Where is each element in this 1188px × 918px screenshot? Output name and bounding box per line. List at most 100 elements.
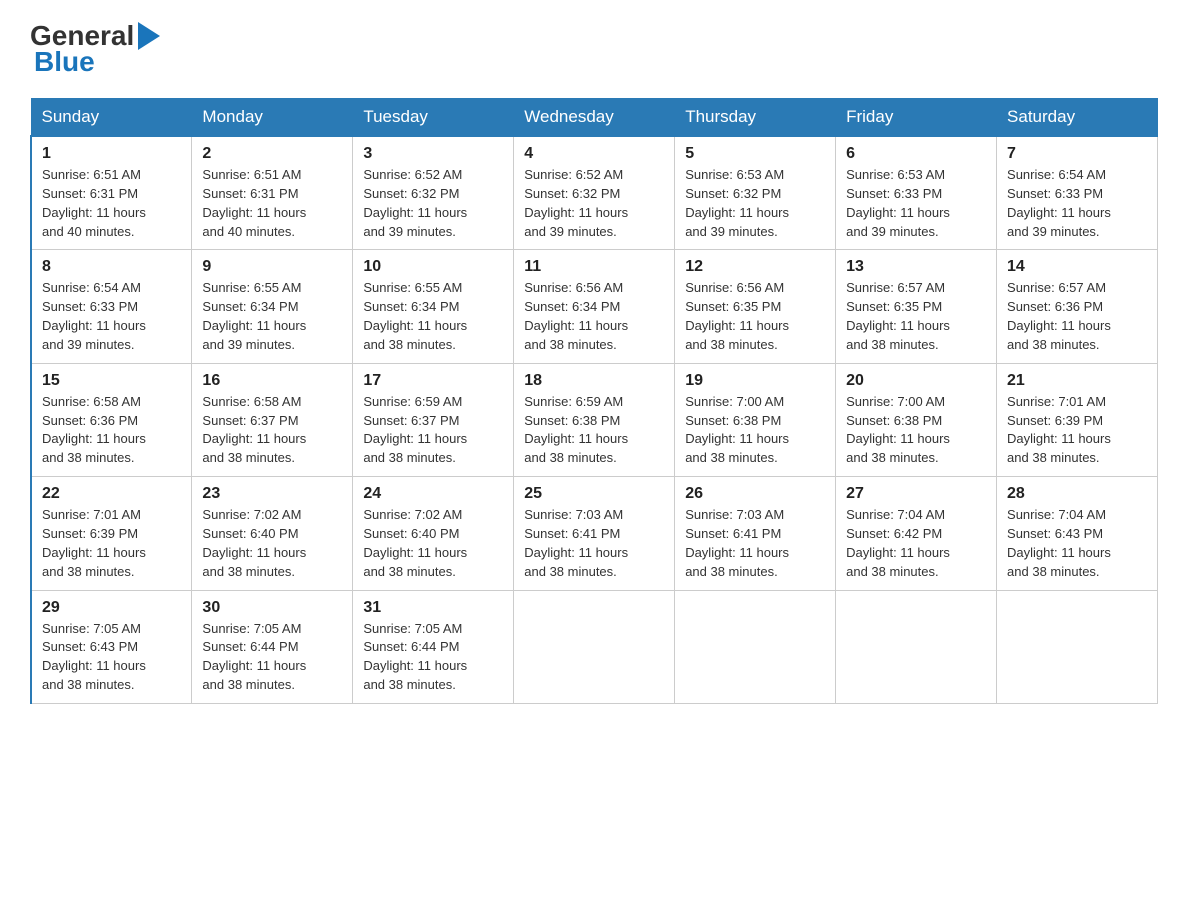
day-number: 19 xyxy=(685,372,825,390)
day-number: 8 xyxy=(42,258,181,276)
day-info: Sunrise: 7:01 AMSunset: 6:39 PMDaylight:… xyxy=(1007,394,1111,466)
calendar-cell: 17 Sunrise: 6:59 AMSunset: 6:37 PMDaylig… xyxy=(353,363,514,476)
calendar-cell xyxy=(836,590,997,703)
calendar-cell: 11 Sunrise: 6:56 AMSunset: 6:34 PMDaylig… xyxy=(514,250,675,363)
calendar-cell: 14 Sunrise: 6:57 AMSunset: 6:36 PMDaylig… xyxy=(997,250,1158,363)
day-number: 28 xyxy=(1007,485,1147,503)
day-number: 14 xyxy=(1007,258,1147,276)
day-number: 6 xyxy=(846,145,986,163)
day-info: Sunrise: 7:04 AMSunset: 6:42 PMDaylight:… xyxy=(846,507,950,579)
day-number: 27 xyxy=(846,485,986,503)
day-info: Sunrise: 6:55 AMSunset: 6:34 PMDaylight:… xyxy=(202,280,306,352)
day-info: Sunrise: 6:56 AMSunset: 6:34 PMDaylight:… xyxy=(524,280,628,352)
calendar-cell: 4 Sunrise: 6:52 AMSunset: 6:32 PMDayligh… xyxy=(514,136,675,250)
calendar-cell: 10 Sunrise: 6:55 AMSunset: 6:34 PMDaylig… xyxy=(353,250,514,363)
day-number: 7 xyxy=(1007,145,1147,163)
calendar-cell xyxy=(675,590,836,703)
calendar-cell: 23 Sunrise: 7:02 AMSunset: 6:40 PMDaylig… xyxy=(192,477,353,590)
day-info: Sunrise: 7:05 AMSunset: 6:43 PMDaylight:… xyxy=(42,621,146,693)
calendar-week-row: 15 Sunrise: 6:58 AMSunset: 6:36 PMDaylig… xyxy=(31,363,1158,476)
calendar-cell: 29 Sunrise: 7:05 AMSunset: 6:43 PMDaylig… xyxy=(31,590,192,703)
calendar-week-row: 22 Sunrise: 7:01 AMSunset: 6:39 PMDaylig… xyxy=(31,477,1158,590)
calendar-cell: 30 Sunrise: 7:05 AMSunset: 6:44 PMDaylig… xyxy=(192,590,353,703)
calendar-week-row: 1 Sunrise: 6:51 AMSunset: 6:31 PMDayligh… xyxy=(31,136,1158,250)
day-number: 18 xyxy=(524,372,664,390)
calendar-week-row: 8 Sunrise: 6:54 AMSunset: 6:33 PMDayligh… xyxy=(31,250,1158,363)
day-number: 9 xyxy=(202,258,342,276)
day-info: Sunrise: 6:59 AMSunset: 6:37 PMDaylight:… xyxy=(363,394,467,466)
day-number: 31 xyxy=(363,599,503,617)
day-number: 30 xyxy=(202,599,342,617)
calendar-cell: 25 Sunrise: 7:03 AMSunset: 6:41 PMDaylig… xyxy=(514,477,675,590)
day-info: Sunrise: 6:54 AMSunset: 6:33 PMDaylight:… xyxy=(1007,167,1111,239)
day-number: 15 xyxy=(42,372,181,390)
day-number: 21 xyxy=(1007,372,1147,390)
day-info: Sunrise: 6:53 AMSunset: 6:33 PMDaylight:… xyxy=(846,167,950,239)
calendar-cell: 18 Sunrise: 6:59 AMSunset: 6:38 PMDaylig… xyxy=(514,363,675,476)
logo: General Blue xyxy=(30,20,160,78)
day-number: 11 xyxy=(524,258,664,276)
calendar-cell: 19 Sunrise: 7:00 AMSunset: 6:38 PMDaylig… xyxy=(675,363,836,476)
logo-arrow-block xyxy=(136,22,160,50)
day-number: 13 xyxy=(846,258,986,276)
calendar-cell: 20 Sunrise: 7:00 AMSunset: 6:38 PMDaylig… xyxy=(836,363,997,476)
day-info: Sunrise: 6:59 AMSunset: 6:38 PMDaylight:… xyxy=(524,394,628,466)
day-info: Sunrise: 7:03 AMSunset: 6:41 PMDaylight:… xyxy=(524,507,628,579)
day-info: Sunrise: 6:57 AMSunset: 6:36 PMDaylight:… xyxy=(1007,280,1111,352)
day-info: Sunrise: 6:51 AMSunset: 6:31 PMDaylight:… xyxy=(42,167,146,239)
calendar-cell: 9 Sunrise: 6:55 AMSunset: 6:34 PMDayligh… xyxy=(192,250,353,363)
day-number: 12 xyxy=(685,258,825,276)
calendar-cell: 27 Sunrise: 7:04 AMSunset: 6:42 PMDaylig… xyxy=(836,477,997,590)
calendar-cell: 8 Sunrise: 6:54 AMSunset: 6:33 PMDayligh… xyxy=(31,250,192,363)
calendar-cell: 12 Sunrise: 6:56 AMSunset: 6:35 PMDaylig… xyxy=(675,250,836,363)
weekday-header-row: SundayMondayTuesdayWednesdayThursdayFrid… xyxy=(31,99,1158,137)
calendar-week-row: 29 Sunrise: 7:05 AMSunset: 6:43 PMDaylig… xyxy=(31,590,1158,703)
day-info: Sunrise: 7:02 AMSunset: 6:40 PMDaylight:… xyxy=(202,507,306,579)
calendar-cell xyxy=(997,590,1158,703)
logo-blue-text: Blue xyxy=(34,46,95,78)
calendar-cell: 22 Sunrise: 7:01 AMSunset: 6:39 PMDaylig… xyxy=(31,477,192,590)
day-info: Sunrise: 6:52 AMSunset: 6:32 PMDaylight:… xyxy=(524,167,628,239)
calendar-cell: 5 Sunrise: 6:53 AMSunset: 6:32 PMDayligh… xyxy=(675,136,836,250)
weekday-header-friday: Friday xyxy=(836,99,997,137)
day-info: Sunrise: 7:05 AMSunset: 6:44 PMDaylight:… xyxy=(363,621,467,693)
day-number: 20 xyxy=(846,372,986,390)
day-info: Sunrise: 6:55 AMSunset: 6:34 PMDaylight:… xyxy=(363,280,467,352)
day-number: 17 xyxy=(363,372,503,390)
weekday-header-tuesday: Tuesday xyxy=(353,99,514,137)
day-number: 1 xyxy=(42,145,181,163)
calendar-cell xyxy=(514,590,675,703)
calendar-cell: 15 Sunrise: 6:58 AMSunset: 6:36 PMDaylig… xyxy=(31,363,192,476)
day-info: Sunrise: 6:56 AMSunset: 6:35 PMDaylight:… xyxy=(685,280,789,352)
calendar-cell: 26 Sunrise: 7:03 AMSunset: 6:41 PMDaylig… xyxy=(675,477,836,590)
day-number: 29 xyxy=(42,599,181,617)
day-number: 22 xyxy=(42,485,181,503)
weekday-header-thursday: Thursday xyxy=(675,99,836,137)
day-info: Sunrise: 6:58 AMSunset: 6:37 PMDaylight:… xyxy=(202,394,306,466)
calendar-cell: 7 Sunrise: 6:54 AMSunset: 6:33 PMDayligh… xyxy=(997,136,1158,250)
calendar-cell: 24 Sunrise: 7:02 AMSunset: 6:40 PMDaylig… xyxy=(353,477,514,590)
calendar-cell: 28 Sunrise: 7:04 AMSunset: 6:43 PMDaylig… xyxy=(997,477,1158,590)
day-info: Sunrise: 7:01 AMSunset: 6:39 PMDaylight:… xyxy=(42,507,146,579)
day-info: Sunrise: 7:05 AMSunset: 6:44 PMDaylight:… xyxy=(202,621,306,693)
weekday-header-saturday: Saturday xyxy=(997,99,1158,137)
day-info: Sunrise: 6:54 AMSunset: 6:33 PMDaylight:… xyxy=(42,280,146,352)
day-number: 25 xyxy=(524,485,664,503)
day-info: Sunrise: 6:57 AMSunset: 6:35 PMDaylight:… xyxy=(846,280,950,352)
calendar-cell: 1 Sunrise: 6:51 AMSunset: 6:31 PMDayligh… xyxy=(31,136,192,250)
day-number: 10 xyxy=(363,258,503,276)
day-info: Sunrise: 7:00 AMSunset: 6:38 PMDaylight:… xyxy=(685,394,789,466)
day-number: 24 xyxy=(363,485,503,503)
calendar-cell: 21 Sunrise: 7:01 AMSunset: 6:39 PMDaylig… xyxy=(997,363,1158,476)
day-info: Sunrise: 7:02 AMSunset: 6:40 PMDaylight:… xyxy=(363,507,467,579)
day-number: 26 xyxy=(685,485,825,503)
calendar-cell: 2 Sunrise: 6:51 AMSunset: 6:31 PMDayligh… xyxy=(192,136,353,250)
day-info: Sunrise: 6:51 AMSunset: 6:31 PMDaylight:… xyxy=(202,167,306,239)
page-header: General Blue xyxy=(30,20,1158,78)
day-number: 23 xyxy=(202,485,342,503)
day-info: Sunrise: 6:58 AMSunset: 6:36 PMDaylight:… xyxy=(42,394,146,466)
calendar-cell: 13 Sunrise: 6:57 AMSunset: 6:35 PMDaylig… xyxy=(836,250,997,363)
day-number: 3 xyxy=(363,145,503,163)
calendar-cell: 31 Sunrise: 7:05 AMSunset: 6:44 PMDaylig… xyxy=(353,590,514,703)
day-number: 5 xyxy=(685,145,825,163)
